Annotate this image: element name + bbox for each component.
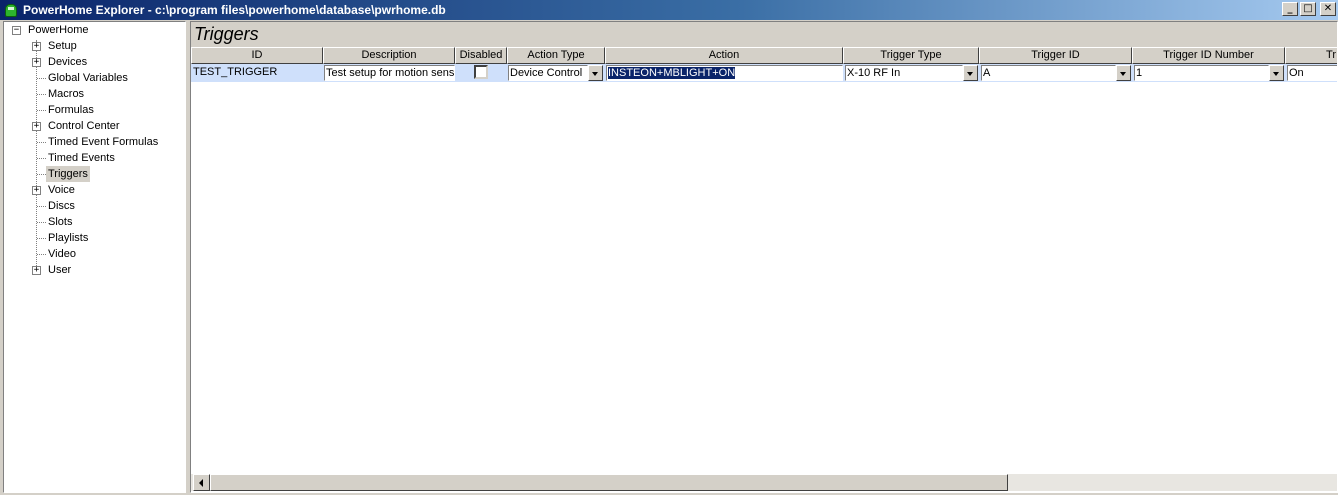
column-header-trigger-id-number[interactable]: Trigger ID Number	[1132, 47, 1285, 64]
column-header-disabled[interactable]: Disabled	[455, 47, 507, 64]
cell-action-text: INSTEON+MBLIGHT+ON	[608, 67, 736, 79]
expand-icon[interactable]: +	[32, 266, 41, 275]
tree-item-control-center[interactable]: Control Center	[46, 118, 122, 134]
cell-action-type[interactable]: Device Control	[508, 65, 588, 81]
column-header-trigger-value[interactable]: Tr	[1285, 47, 1337, 64]
column-header-action[interactable]: Action	[605, 47, 843, 64]
tree-item-setup[interactable]: Setup	[46, 38, 79, 54]
cell-description[interactable]: Test setup for motion sensor	[324, 65, 455, 81]
column-header-id[interactable]: ID	[191, 47, 323, 64]
tree-item-timed-event-formulas[interactable]: Timed Event Formulas	[46, 134, 160, 150]
expand-icon[interactable]: +	[32, 58, 41, 67]
minimize-button[interactable]: _	[1282, 2, 1298, 16]
expand-icon[interactable]: +	[32, 42, 41, 51]
disabled-checkbox[interactable]	[474, 65, 488, 79]
tree-item-global-variables[interactable]: Global Variables	[46, 70, 130, 86]
tree-item-devices[interactable]: Devices	[46, 54, 89, 70]
tree-item-formulas[interactable]: Formulas	[46, 102, 96, 118]
tree-item-playlists[interactable]: Playlists	[46, 230, 90, 246]
tree-item-triggers[interactable]: Triggers	[46, 166, 90, 182]
explorer-tree[interactable]: − PowerHome + Setup + Devices Global Variabl…	[3, 21, 186, 493]
maximize-button[interactable]: □	[1300, 2, 1316, 16]
tree-item-timed-events[interactable]: Timed Events	[46, 150, 117, 166]
scroll-left-button[interactable]	[193, 474, 210, 491]
cell-action[interactable]: INSTEON+MBLIGHT+ON	[606, 65, 843, 81]
page-title: Triggers	[191, 22, 1337, 47]
main-pane: Triggers ID Description Disabled Action …	[190, 21, 1338, 493]
tree-item-slots[interactable]: Slots	[46, 214, 74, 230]
cell-trigger-type[interactable]: X-10 RF In	[845, 65, 963, 81]
tree-item-macros[interactable]: Macros	[46, 86, 86, 102]
cell-trigger-id[interactable]: A	[981, 65, 1116, 81]
expand-icon[interactable]: +	[32, 186, 41, 195]
column-header-description[interactable]: Description	[323, 47, 455, 64]
tree-item-user[interactable]: User	[46, 262, 73, 278]
window-title: PowerHome Explorer - c:\program files\po…	[23, 3, 446, 17]
cell-id[interactable]: TEST_TRIGGER	[192, 65, 322, 81]
trigger-id-dropdown-button[interactable]	[1116, 65, 1131, 81]
title-bar[interactable]: PowerHome Explorer - c:\program files\po…	[0, 0, 1338, 20]
app-window: PowerHome Explorer - c:\program files\po…	[0, 0, 1338, 495]
tree-item-voice[interactable]: Voice	[46, 182, 77, 198]
collapse-icon[interactable]: −	[12, 26, 21, 35]
scroll-thumb[interactable]	[210, 474, 1008, 491]
column-header-action-type[interactable]: Action Type	[507, 47, 605, 64]
grid-header: ID Description Disabled Action Type Acti…	[191, 47, 1337, 64]
tree-item-video[interactable]: Video	[46, 246, 78, 262]
column-header-trigger-type[interactable]: Trigger Type	[843, 47, 979, 64]
cell-trigger-id-number[interactable]: 1	[1134, 65, 1269, 81]
trigger-type-dropdown-button[interactable]	[963, 65, 978, 81]
powerhome-app-icon	[3, 2, 19, 18]
column-header-trigger-id[interactable]: Trigger ID	[979, 47, 1132, 64]
close-button[interactable]: ✕	[1320, 2, 1336, 16]
cell-trigger-value[interactable]: On	[1287, 65, 1337, 81]
trigger-id-number-dropdown-button[interactable]	[1269, 65, 1284, 81]
action-type-dropdown-button[interactable]	[588, 65, 603, 81]
table-row[interactable]: TEST_TRIGGER Test setup for motion senso…	[191, 64, 1337, 82]
expand-icon[interactable]: +	[32, 122, 41, 131]
tree-root-powerhome[interactable]: PowerHome	[26, 22, 91, 38]
horizontal-scrollbar[interactable]	[191, 474, 1337, 491]
tree-item-discs[interactable]: Discs	[46, 198, 77, 214]
